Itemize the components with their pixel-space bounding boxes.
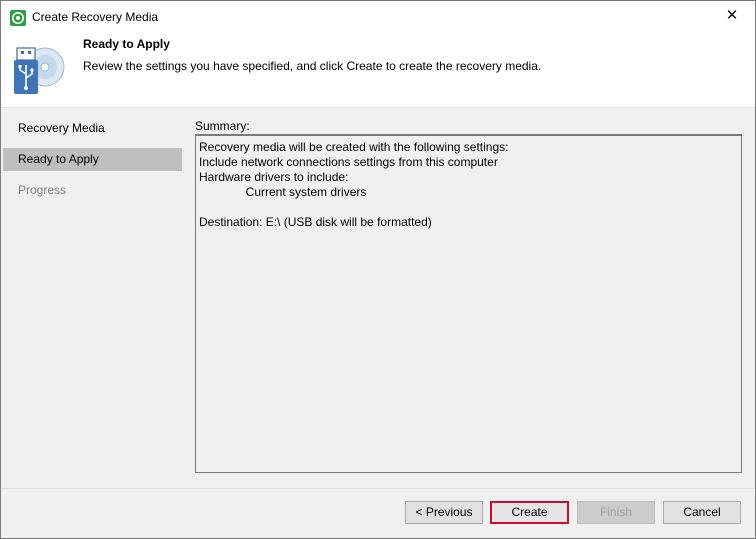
summary-line: Destination: E:\ (USB disk will be forma… <box>199 215 432 229</box>
summary-label: Summary: <box>195 119 250 133</box>
wizard-header: Ready to Apply Review the settings you h… <box>1 31 755 108</box>
usb-drive-icon <box>11 45 69 97</box>
cancel-button[interactable]: Cancel <box>663 501 741 524</box>
sidebar-item-ready-to-apply[interactable]: Ready to Apply <box>3 148 182 171</box>
summary-line <box>199 200 738 215</box>
footer-divider <box>1 488 755 489</box>
sidebar-item-progress: Progress <box>18 183 67 197</box>
finish-button: Finish <box>577 501 655 524</box>
title-bar: Create Recovery Media ✕ <box>1 1 755 31</box>
summary-line: Hardware drivers to include: <box>199 170 349 184</box>
app-icon <box>10 10 26 26</box>
create-recovery-media-dialog: Create Recovery Media ✕ Ready to Apply R… <box>0 0 756 539</box>
window-title: Create Recovery Media <box>32 10 159 24</box>
summary-line: Include network connections settings fro… <box>199 155 498 169</box>
close-icon[interactable]: ✕ <box>709 1 755 31</box>
wizard-steps-sidebar: Recovery Media Ready to Apply Progress <box>1 108 187 488</box>
page-description: Review the settings you have specified, … <box>83 59 542 73</box>
summary-line: Recovery media will be created with the … <box>199 140 509 154</box>
sidebar-item-recovery-media[interactable]: Recovery Media <box>3 117 182 140</box>
previous-button[interactable]: < Previous <box>405 501 483 524</box>
summary-line: Current system drivers <box>199 185 367 199</box>
summary-textbox[interactable]: Recovery media will be created with the … <box>195 134 742 473</box>
page-title: Ready to Apply <box>83 37 170 51</box>
create-button[interactable]: Create <box>490 501 569 524</box>
